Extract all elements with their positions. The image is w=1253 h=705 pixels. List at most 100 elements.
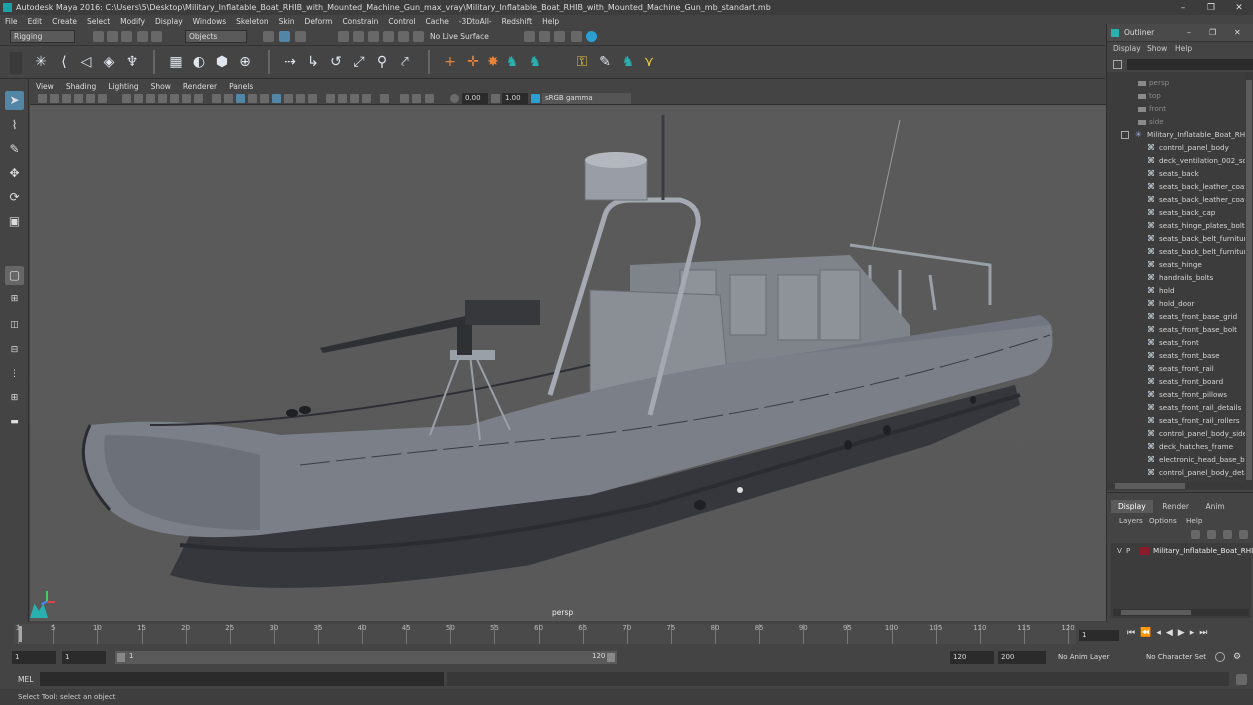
color-management-icon[interactable] — [531, 94, 540, 103]
outliner-search-input[interactable] — [1127, 59, 1253, 70]
menu-modify[interactable]: Modify — [115, 17, 150, 26]
two-d-pan-icon[interactable] — [86, 94, 95, 103]
go-to-end-icon[interactable]: ⏭ — [1199, 628, 1212, 638]
go-to-start-icon[interactable]: ⏮ — [1127, 628, 1140, 638]
range-slider[interactable]: 1 120 — [115, 651, 617, 664]
outliner-close-button[interactable]: ✕ — [1234, 28, 1241, 37]
anim-start-field[interactable]: 1 — [12, 651, 56, 664]
save-scene-icon[interactable] — [121, 31, 132, 42]
outliner-child-item[interactable]: ⌘ seats_back_belt_furniture — [1107, 245, 1245, 258]
outliner-menu-display[interactable]: Display — [1113, 44, 1141, 53]
outliner-maximize-button[interactable]: ❐ — [1209, 28, 1216, 37]
locator-icon[interactable]: + — [441, 52, 459, 72]
layer-visibility-toggle[interactable]: V — [1117, 545, 1122, 557]
humanik-icon[interactable]: ♆ — [123, 52, 141, 72]
select-object-icon[interactable] — [279, 31, 290, 42]
use-lights-icon[interactable] — [260, 94, 269, 103]
hypershade-layout-icon[interactable]: ⊞ — [5, 389, 24, 408]
panel-menu-show[interactable]: Show — [145, 82, 177, 91]
outliner-child-item[interactable]: ⌘ seats_hinge — [1107, 258, 1245, 271]
four-view-icon[interactable]: ⊞ — [5, 290, 24, 309]
menu-3dtoall[interactable]: -3DtoAll- — [454, 17, 497, 26]
outliner-item-persp[interactable]: persp — [1107, 76, 1245, 89]
character-icon[interactable]: ♞ — [503, 52, 521, 72]
xray-active-icon[interactable] — [362, 94, 371, 103]
open-scene-icon[interactable] — [107, 31, 118, 42]
menu-edit[interactable]: Edit — [23, 17, 48, 26]
camera-attributes-icon[interactable] — [50, 94, 59, 103]
select-component-icon[interactable] — [295, 31, 306, 42]
snap-surface-icon[interactable] — [398, 31, 409, 42]
layer-menu-layers[interactable]: Layers — [1119, 516, 1143, 525]
scale-constraint-icon[interactable]: ⤢ — [350, 52, 368, 72]
hypershade-icon[interactable] — [571, 31, 582, 42]
maximize-button[interactable]: ❐ — [1197, 3, 1225, 13]
lasso-tool-icon[interactable]: ⌇ — [5, 116, 24, 135]
layer-row[interactable]: V P Military_Inflatable_Boat_RHIB — [1111, 545, 1253, 557]
range-end-handle[interactable] — [607, 653, 615, 662]
outliner-menu-help[interactable]: Help — [1175, 44, 1192, 53]
gamma-reset-icon[interactable] — [491, 94, 500, 103]
point-constraint-icon[interactable]: ⇢ — [281, 52, 299, 72]
persp-outliner-icon[interactable]: ⊟ — [5, 341, 24, 360]
gamma-field[interactable]: 1.00 — [502, 93, 528, 104]
xray-joints-icon[interactable] — [380, 94, 389, 103]
character-set-icon[interactable]: ♞ — [526, 52, 544, 72]
layer-color-swatch[interactable] — [1139, 547, 1149, 555]
panel-menu-view[interactable]: View — [30, 82, 60, 91]
time-slider[interactable]: 1 5 10 15 20 25 30 35 40 45 50 55 60 65 70 75 80 85 90 95 10… — [0, 622, 1253, 646]
outliner-child-item[interactable]: ⌘ seats_back_cap — [1107, 206, 1245, 219]
outliner-minimize-button[interactable]: – — [1187, 28, 1191, 37]
resolution-gate-icon[interactable] — [146, 94, 155, 103]
joint-tool-icon[interactable]: ✳ — [32, 52, 50, 72]
outliner-child-item[interactable]: ⌘ seats_front_board — [1107, 375, 1245, 388]
paint-weights-icon[interactable]: ✸ — [484, 52, 502, 72]
preferences-icon[interactable]: ⚙ — [1233, 652, 1243, 662]
rotate-tool-icon[interactable]: ⟳ — [5, 188, 24, 207]
safe-action-icon[interactable] — [182, 94, 191, 103]
outliner-child-item[interactable]: ⌘ control_panel_body — [1107, 141, 1245, 154]
aim-constraint-icon[interactable]: ↳ — [304, 52, 322, 72]
anim-end-field[interactable]: 200 — [998, 651, 1046, 664]
move-tool-icon[interactable]: ✥ — [5, 164, 24, 183]
snap-curve-icon[interactable] — [353, 31, 364, 42]
select-tool-icon[interactable]: ➤ — [5, 91, 24, 110]
menu-help[interactable]: Help — [537, 17, 564, 26]
exposure-reset-icon[interactable] — [450, 94, 459, 103]
outliner-filter-icon[interactable] — [1113, 60, 1122, 69]
outliner-child-item[interactable]: ⌘ seats_front_pillows — [1107, 388, 1245, 401]
two-view-icon[interactable]: ◫ — [5, 316, 24, 335]
range-start-handle[interactable] — [117, 653, 125, 662]
layer-hscrollbar[interactable] — [1113, 609, 1249, 616]
outliner-hscrollbar[interactable] — [1107, 482, 1253, 490]
menu-deform[interactable]: Deform — [300, 17, 338, 26]
tab-anim[interactable]: Anim — [1198, 500, 1231, 513]
wireframe-on-shaded-icon[interactable] — [236, 94, 245, 103]
ipr-render-icon[interactable] — [539, 31, 550, 42]
playback-start-field[interactable]: 1 — [62, 651, 106, 664]
script-editor-icon[interactable] — [1236, 674, 1247, 685]
tab-render[interactable]: Render — [1155, 500, 1196, 513]
outliner-child-item[interactable]: ⌘ electronic_head_base_bo — [1107, 453, 1245, 466]
colorspace-dropdown[interactable]: sRGB gamma — [542, 93, 631, 104]
shelf-tabs-toggle[interactable] — [10, 52, 22, 74]
menu-windows[interactable]: Windows — [188, 17, 231, 26]
exposure-icon[interactable] — [400, 94, 409, 103]
depth-of-field-icon[interactable] — [326, 94, 335, 103]
outliner-menu-show[interactable]: Show — [1147, 44, 1167, 53]
character-set-dropdown[interactable]: No Character Set — [1146, 653, 1206, 661]
panel-menu-renderer[interactable]: Renderer — [177, 82, 223, 91]
bookmark-icon[interactable] — [62, 94, 71, 103]
outliner-child-item[interactable]: ⌘ deck_ventilation_002_scr — [1107, 154, 1245, 167]
paint-select-icon[interactable]: ✎ — [5, 140, 24, 159]
menu-control[interactable]: Control — [383, 17, 420, 26]
layer-menu-help[interactable]: Help — [1186, 516, 1202, 525]
outliner-item-side[interactable]: side — [1107, 115, 1245, 128]
outliner-child-item[interactable]: ⌘ seats_back_belt_furniture — [1107, 232, 1245, 245]
snap-grid-icon[interactable] — [338, 31, 349, 42]
playback-end-field[interactable]: 120 — [950, 651, 994, 664]
outliner-child-item[interactable]: ⌘ hold_door — [1107, 297, 1245, 310]
outliner-child-item[interactable]: ⌘ seats_front — [1107, 336, 1245, 349]
outliner-child-item[interactable]: ⌘ deck_hatches_frame — [1107, 440, 1245, 453]
select-camera-icon[interactable] — [38, 94, 47, 103]
